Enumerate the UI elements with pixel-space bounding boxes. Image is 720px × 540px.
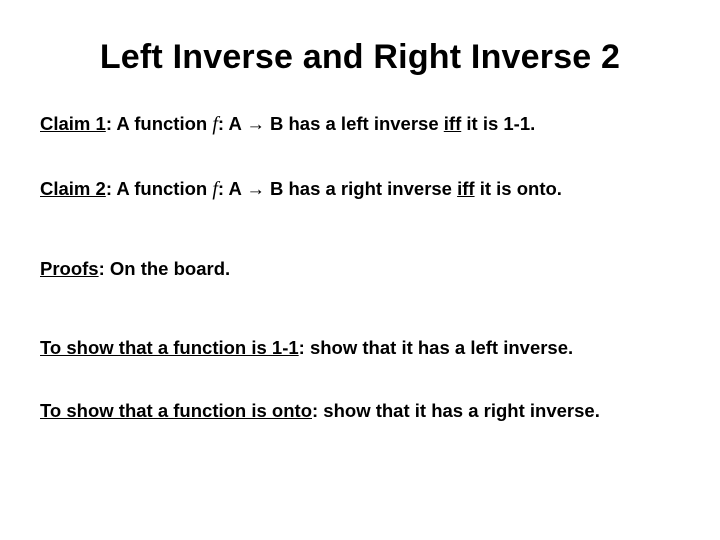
show-2-text: : show that it has a right inverse. [312, 400, 600, 421]
arrow-icon: → [246, 180, 265, 200]
claim-2-pre: : A function [106, 178, 213, 199]
claim-2-label: Claim 2 [40, 178, 106, 199]
show-1-text: : show that it has a left inverse. [299, 337, 573, 358]
claim-1-label: Claim 1 [40, 113, 106, 134]
claim-2-mid2: B has a right inverse [265, 178, 457, 199]
claim-2-tail: it is onto. [475, 178, 562, 199]
claim-1-tail: it is 1-1. [461, 113, 535, 134]
show-2-underline: To show that a function is onto [40, 400, 312, 421]
slide: Left Inverse and Right Inverse 2 Claim 1… [0, 0, 720, 540]
claim-2-mid1: : A [218, 178, 246, 199]
arrow-icon: → [246, 115, 265, 135]
claim-2: Claim 2: A function f: A → B has a right… [40, 176, 680, 203]
proofs-line: Proofs: On the board. [40, 257, 680, 282]
claim-1-mid2: B has a left inverse [265, 113, 444, 134]
claim-1-pre: : A function [106, 113, 213, 134]
proofs-text: : On the board. [99, 258, 231, 279]
slide-title: Left Inverse and Right Inverse 2 [40, 38, 680, 77]
show-1-underline: To show that a function is 1-1 [40, 337, 299, 358]
proofs-label: Proofs [40, 258, 99, 279]
claim-1: Claim 1: A function f: A → B has a left … [40, 111, 680, 138]
claim-1-mid1: : A [218, 113, 246, 134]
show-2-line: To show that a function is onto: show th… [40, 399, 680, 424]
iff-text: iff [457, 178, 474, 199]
iff-text: iff [444, 113, 461, 134]
show-1-line: To show that a function is 1-1: show tha… [40, 336, 680, 361]
